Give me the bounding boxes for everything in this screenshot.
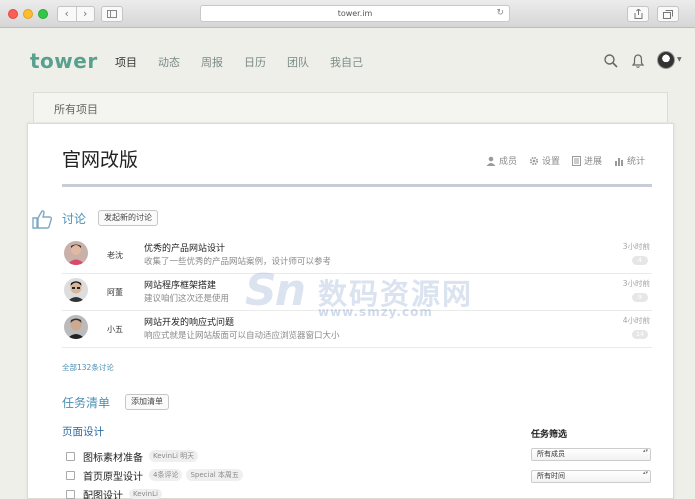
stats-icon bbox=[614, 157, 623, 166]
share-icon bbox=[634, 8, 642, 19]
tower-logo[interactable]: tower bbox=[30, 49, 98, 73]
filter-title: 任务筛选 bbox=[531, 430, 568, 440]
project-actions: 成员 设置 进展 统计 bbox=[474, 154, 645, 167]
watermark-logo: Sn bbox=[245, 265, 306, 316]
all-discussions-link[interactable]: 全部132条讨论 bbox=[62, 362, 114, 373]
comment-count-badge: 14 bbox=[632, 330, 648, 339]
watermark-url: www.smzy.com bbox=[318, 305, 433, 319]
progress-link[interactable]: 进展 bbox=[571, 154, 602, 167]
discussion-time: 4小时前 bbox=[622, 316, 650, 325]
todo-item[interactable]: 首页原型设计 4条评论 Special 本周五 bbox=[66, 468, 247, 483]
todolists-title[interactable]: 任务清单 bbox=[62, 394, 110, 411]
todo-checkbox[interactable] bbox=[66, 451, 75, 461]
nav-item-calendar[interactable]: 日历 bbox=[244, 54, 266, 70]
discussion-title[interactable]: 网站开发的响应式问题 bbox=[144, 315, 234, 328]
sidebar-toggle-button[interactable] bbox=[101, 6, 123, 22]
todo-comments-tag: 4条评论 bbox=[149, 469, 183, 481]
page-title: 官网改版 bbox=[62, 149, 139, 171]
todolist-name[interactable]: 页面设计 bbox=[62, 424, 104, 439]
todo-assignee-tag: KevinLi bbox=[129, 489, 162, 499]
back-button[interactable]: ‹ bbox=[58, 7, 77, 21]
breadcrumb-all-projects[interactable]: 所有项目 bbox=[54, 101, 98, 117]
add-todolist-button[interactable]: 添加清单 bbox=[125, 394, 169, 410]
discussion-author: 老沈 bbox=[107, 251, 123, 260]
todo-checkbox[interactable] bbox=[66, 470, 75, 480]
browser-toolbar: ‹ › tower.im ↻ bbox=[0, 0, 695, 28]
settings-label: 设置 bbox=[541, 157, 560, 167]
nav-item-projects[interactable]: 项目 bbox=[115, 54, 137, 70]
close-window-button[interactable] bbox=[8, 9, 18, 19]
todo-item[interactable]: 配图设计 KevinLi bbox=[66, 487, 166, 499]
progress-icon bbox=[571, 155, 581, 166]
search-icon[interactable] bbox=[603, 53, 619, 69]
todo-assignee-tag: KevinLi 明天 bbox=[149, 450, 199, 462]
discussion-author: 阿董 bbox=[107, 288, 123, 297]
zoom-window-button[interactable] bbox=[38, 9, 48, 19]
todo-text[interactable]: 图标素材准备 bbox=[83, 449, 143, 464]
todo-checkbox[interactable] bbox=[66, 489, 75, 499]
discussions-title[interactable]: 讨论 bbox=[62, 210, 86, 227]
avatar bbox=[64, 278, 88, 302]
avatar bbox=[64, 241, 88, 265]
tabs-button[interactable] bbox=[657, 6, 679, 22]
app-header: tower 项目 动态 周报 日历 团队 我自己 ▼ bbox=[0, 29, 695, 91]
tabs-icon bbox=[663, 10, 673, 19]
new-discussion-button[interactable]: 发起新的讨论 bbox=[98, 210, 158, 226]
member-filter-select[interactable]: 所有成员 bbox=[531, 448, 651, 461]
stats-label: 统计 bbox=[626, 157, 645, 167]
todo-item[interactable]: 图标素材准备 KevinLi 明天 bbox=[66, 449, 202, 464]
discussion-title[interactable]: 优秀的产品网站设计 bbox=[144, 241, 225, 254]
comment-count-badge: 4 bbox=[632, 256, 648, 265]
forward-button[interactable]: › bbox=[77, 7, 95, 21]
member-icon bbox=[486, 156, 496, 166]
discussion-time: 3小时前 bbox=[622, 242, 650, 251]
stats-link[interactable]: 统计 bbox=[614, 154, 645, 167]
history-nav: ‹ › bbox=[57, 6, 95, 22]
todo-text[interactable]: 配图设计 bbox=[83, 487, 123, 499]
time-filter-select[interactable]: 所有时间 bbox=[531, 470, 651, 483]
thumbs-up-icon bbox=[32, 210, 53, 229]
discussion-author: 小五 bbox=[107, 325, 123, 334]
comment-count-badge: 9 bbox=[632, 293, 648, 302]
breadcrumb: 所有项目 bbox=[33, 92, 668, 122]
nav-item-team[interactable]: 团队 bbox=[287, 54, 309, 70]
main-nav: 项目 动态 周报 日历 团队 我自己 bbox=[115, 54, 384, 70]
sidebar-icon bbox=[107, 10, 117, 18]
progress-label: 进展 bbox=[583, 157, 602, 167]
discussion-time: 3小时前 bbox=[622, 279, 650, 288]
gear-icon bbox=[529, 156, 539, 165]
minimize-window-button[interactable] bbox=[23, 9, 33, 19]
discussion-excerpt: 建议咱们这次还是使用 bbox=[144, 294, 230, 304]
user-avatar[interactable] bbox=[657, 51, 675, 69]
settings-link[interactable]: 设置 bbox=[529, 154, 560, 167]
nav-item-activity[interactable]: 动态 bbox=[158, 54, 180, 70]
chevron-down-icon[interactable]: ▼ bbox=[677, 56, 682, 63]
members-link[interactable]: 成员 bbox=[486, 154, 517, 167]
list-item[interactable]: 老沈 优秀的产品网站设计 收集了一些优秀的产品网站案例，设计师可以参考 3小时前… bbox=[62, 238, 652, 274]
members-label: 成员 bbox=[498, 157, 517, 167]
url-text: tower.im bbox=[337, 9, 373, 18]
address-bar[interactable]: tower.im ↻ bbox=[200, 5, 510, 22]
todo-assignee-tag: Special 本周五 bbox=[186, 469, 243, 481]
reload-icon[interactable]: ↻ bbox=[496, 6, 504, 21]
nav-item-weekly[interactable]: 周报 bbox=[201, 54, 223, 70]
nav-item-me[interactable]: 我自己 bbox=[330, 54, 363, 70]
avatar bbox=[64, 315, 88, 339]
share-button[interactable] bbox=[627, 6, 649, 22]
bell-icon[interactable] bbox=[630, 53, 646, 69]
discussion-excerpt: 响应式就是让网站版面可以自动适应浏览器窗口大小 bbox=[144, 331, 340, 341]
discussion-title[interactable]: 网站程序框架搭建 bbox=[144, 278, 216, 291]
todo-text[interactable]: 首页原型设计 bbox=[83, 468, 143, 483]
title-divider bbox=[62, 184, 652, 187]
